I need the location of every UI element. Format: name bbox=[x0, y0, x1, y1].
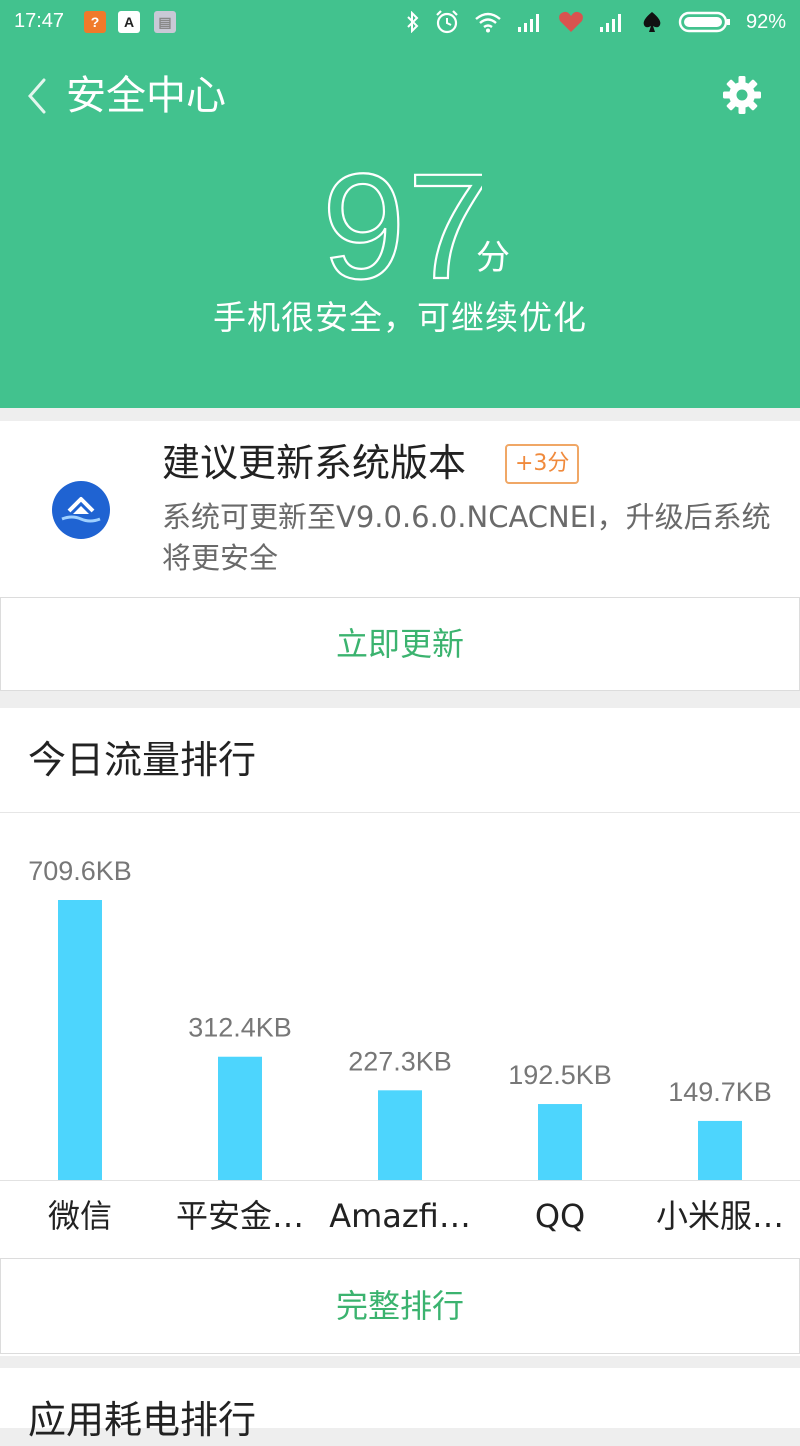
spade-icon bbox=[643, 12, 661, 32]
alarm-icon bbox=[436, 10, 458, 34]
bar-category-label: 微信 bbox=[48, 1197, 112, 1235]
gear-icon[interactable] bbox=[722, 75, 762, 115]
full-ranking-button[interactable]: 完整排行 bbox=[0, 1258, 800, 1354]
notification-square-icon: ▤ bbox=[154, 11, 176, 33]
update-description: 系统可更新至V9.0.6.0.NCACNEI，升级后系统将更安全 bbox=[162, 500, 771, 575]
update-title: 建议更新系统版本 bbox=[162, 441, 467, 485]
bar-value-label: 312.4KB bbox=[188, 1013, 292, 1043]
bar-value-label: 192.5KB bbox=[508, 1060, 612, 1090]
system-update-icon bbox=[52, 481, 110, 539]
battery-icon bbox=[678, 11, 730, 33]
traffic-bar bbox=[218, 1056, 262, 1180]
page-title: 安全中心 bbox=[66, 73, 226, 119]
traffic-bar bbox=[58, 900, 102, 1180]
bar-category-label: Amazfi… bbox=[329, 1197, 471, 1235]
notification-app-icon: ? bbox=[84, 11, 106, 33]
traffic-bar bbox=[538, 1104, 582, 1180]
battery-percent: 92% bbox=[745, 10, 786, 33]
bar-value-label: 227.3KB bbox=[348, 1046, 452, 1076]
bar-value-label: 149.7KB bbox=[668, 1077, 772, 1107]
svg-text:97: 97 bbox=[322, 160, 482, 290]
bar-category-label: QQ bbox=[535, 1197, 585, 1235]
security-status-text: 手机很安全，可继续优化 bbox=[213, 298, 587, 337]
security-header: 17:47 ? A ▤ 92% 安全中心 97 分 手机很安全，可继续优化 bbox=[0, 0, 800, 408]
chevron-left-icon[interactable] bbox=[20, 74, 56, 118]
score-unit: 分 bbox=[476, 238, 510, 278]
traffic-bar-chart: 709.6KB 微信 312.4KB 平安金… 227.3KB Amazfi… 192.5K… bbox=[0, 856, 800, 1235]
notification-a-icon: A bbox=[118, 11, 140, 33]
signal-icon bbox=[517, 14, 539, 32]
power-ranking-card: 应用耗电排行 bbox=[0, 1368, 800, 1442]
traffic-ranking-card: 今日流量排行 709.6KB 微信 312.4KB 平安金… 227.3KB Amazfi… bbox=[0, 708, 800, 1356]
status-bar: 17:47 ? A ▤ 92% bbox=[0, 0, 800, 44]
bar-category-label: 平安金… bbox=[176, 1197, 304, 1235]
signal-icon bbox=[599, 14, 621, 32]
traffic-ranking-title: 今日流量排行 bbox=[28, 738, 257, 782]
bar-category-label: 小米服… bbox=[656, 1197, 784, 1235]
update-now-button[interactable]: 立即更新 bbox=[0, 597, 800, 691]
traffic-bar bbox=[698, 1120, 742, 1180]
score-value: 97 bbox=[322, 160, 482, 290]
power-ranking-title: 应用耗电排行 bbox=[28, 1398, 257, 1442]
status-time: 17:47 bbox=[14, 10, 65, 32]
bar-value-label: 709.6KB bbox=[28, 856, 132, 886]
score-bonus-badge: +3分 bbox=[505, 444, 580, 484]
status-icons: 92% bbox=[406, 8, 786, 36]
bluetooth-icon bbox=[407, 11, 419, 33]
wifi-icon bbox=[475, 12, 501, 33]
traffic-bar bbox=[378, 1090, 422, 1180]
heart-icon bbox=[559, 11, 583, 33]
system-update-card: 建议更新系统版本 +3分 系统可更新至V9.0.6.0.NCACNEI，升级后系… bbox=[0, 421, 800, 691]
